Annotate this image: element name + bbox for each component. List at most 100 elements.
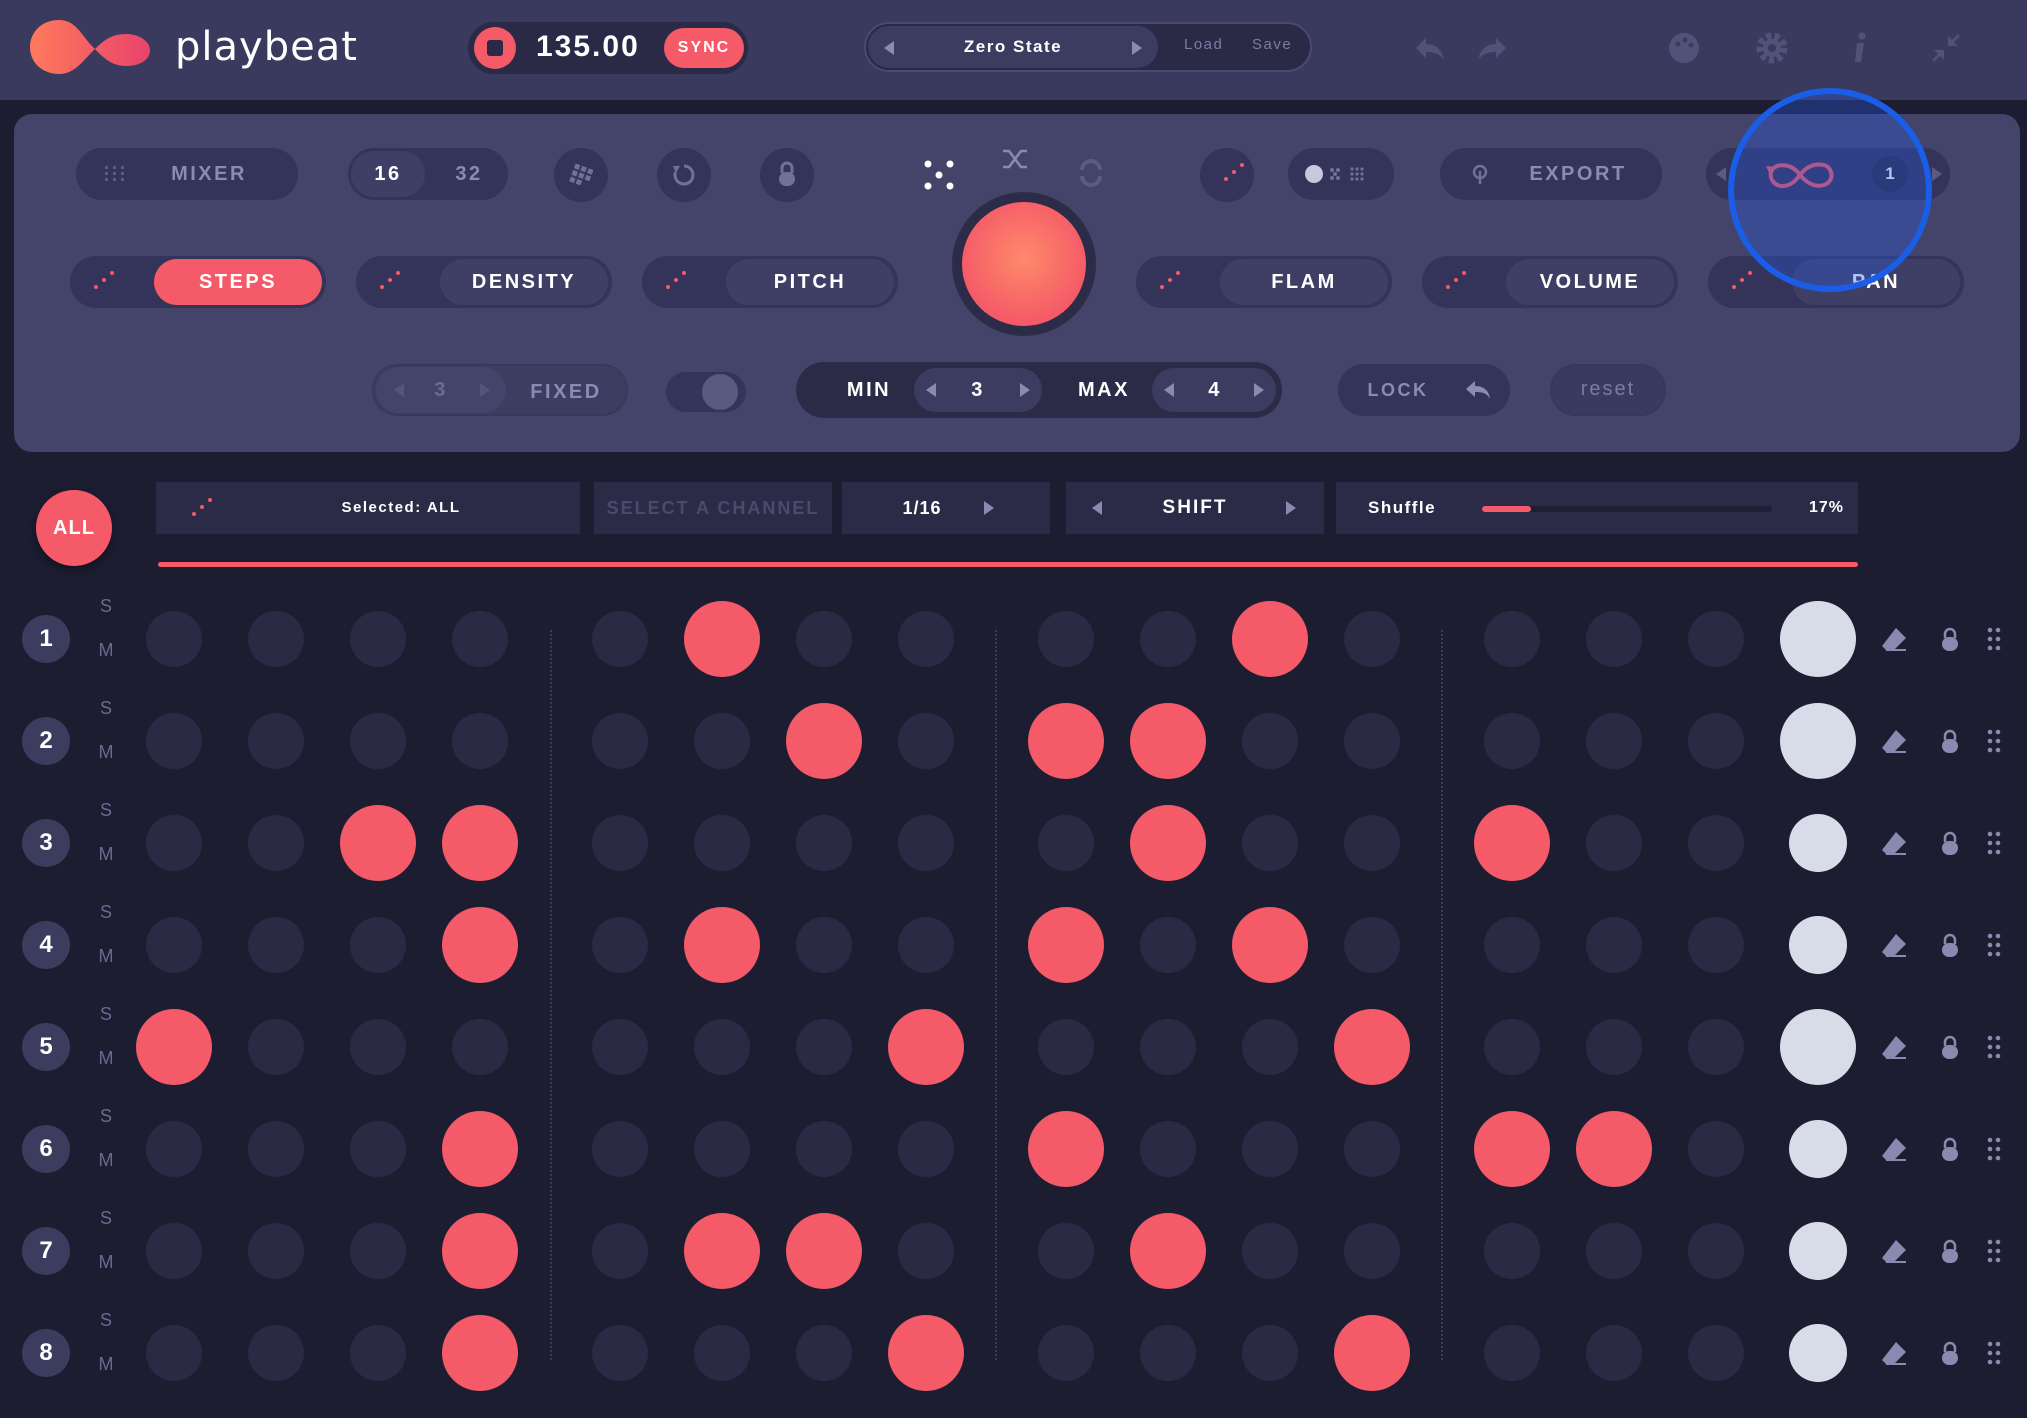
fixed-toggle[interactable] — [666, 372, 746, 412]
step-inactive[interactable] — [592, 815, 648, 871]
step-inactive[interactable] — [898, 1223, 954, 1279]
resolution-next-icon[interactable] — [984, 501, 994, 515]
step-inactive[interactable] — [1140, 1325, 1196, 1381]
channel-velocity-knob[interactable] — [1789, 1222, 1847, 1280]
step-inactive[interactable] — [1344, 713, 1400, 769]
info-icon[interactable] — [1840, 28, 1880, 68]
param-density[interactable]: DENSITY — [356, 256, 612, 308]
swap-icon[interactable] — [1076, 158, 1106, 188]
step-inactive[interactable] — [1038, 1223, 1094, 1279]
step-inactive[interactable] — [350, 1325, 406, 1381]
step-active[interactable] — [340, 805, 416, 881]
undo-icon[interactable] — [1410, 28, 1450, 68]
step-inactive[interactable] — [146, 815, 202, 871]
step-inactive[interactable] — [248, 917, 304, 973]
channel-lock-icon[interactable] — [1940, 1238, 1960, 1264]
step-active[interactable] — [1028, 907, 1104, 983]
step-inactive[interactable] — [146, 1223, 202, 1279]
step-inactive[interactable] — [1586, 1223, 1642, 1279]
step-inactive[interactable] — [898, 917, 954, 973]
step-active[interactable] — [1130, 805, 1206, 881]
step-inactive[interactable] — [796, 1121, 852, 1177]
step-inactive[interactable] — [248, 1121, 304, 1177]
solo-button[interactable]: S — [96, 698, 116, 719]
grid-icon[interactable] — [554, 148, 608, 202]
step-inactive[interactable] — [796, 611, 852, 667]
step-inactive[interactable] — [1688, 1121, 1744, 1177]
step-inactive[interactable] — [1688, 1223, 1744, 1279]
min-stepper[interactable]: 3 — [914, 368, 1042, 412]
step-inactive[interactable] — [694, 815, 750, 871]
mute-button[interactable]: M — [96, 946, 116, 967]
step-inactive[interactable] — [1688, 713, 1744, 769]
step-inactive[interactable] — [1242, 713, 1298, 769]
step-inactive[interactable] — [248, 611, 304, 667]
step-active[interactable] — [684, 601, 760, 677]
step-inactive[interactable] — [1344, 1223, 1400, 1279]
mute-button[interactable]: M — [96, 1048, 116, 1069]
eraser-icon[interactable] — [1880, 1338, 1910, 1368]
drag-handle-icon[interactable] — [1986, 626, 2002, 652]
eraser-icon[interactable] — [1880, 1134, 1910, 1164]
step-active[interactable] — [442, 1213, 518, 1289]
step-inactive[interactable] — [1484, 713, 1540, 769]
step-inactive[interactable] — [1344, 1121, 1400, 1177]
channel-lock-icon[interactable] — [1940, 626, 1960, 652]
step-active[interactable] — [1130, 703, 1206, 779]
fixed-value-stepper[interactable]: 3 — [376, 367, 506, 413]
solo-button[interactable]: S — [96, 596, 116, 617]
step-active[interactable] — [442, 1111, 518, 1187]
step-inactive[interactable] — [146, 611, 202, 667]
step-inactive[interactable] — [796, 917, 852, 973]
step-inactive[interactable] — [1586, 1325, 1642, 1381]
channel-lock-icon[interactable] — [1940, 1340, 1960, 1366]
step-inactive[interactable] — [1038, 1019, 1094, 1075]
export-button[interactable]: EXPORT — [1440, 148, 1662, 200]
step-inactive[interactable] — [1344, 611, 1400, 667]
lock-range-button[interactable]: LOCK — [1338, 364, 1510, 416]
channel-number[interactable]: 1 — [22, 615, 70, 663]
step-inactive[interactable] — [1344, 815, 1400, 871]
drag-handle-icon[interactable] — [1986, 1340, 2002, 1366]
step-inactive[interactable] — [248, 1223, 304, 1279]
step-inactive[interactable] — [1038, 611, 1094, 667]
shuffle-slider[interactable] — [1482, 506, 1772, 512]
eraser-icon[interactable] — [1880, 1032, 1910, 1062]
steps-32-button[interactable]: 32 — [434, 148, 504, 200]
reset-icon[interactable] — [657, 148, 711, 202]
reset-button[interactable]: reset — [1550, 364, 1666, 416]
step-active[interactable] — [136, 1009, 212, 1085]
step-inactive[interactable] — [1586, 611, 1642, 667]
step-inactive[interactable] — [146, 713, 202, 769]
resolution-selector[interactable]: 1/16 — [842, 482, 1050, 534]
step-active[interactable] — [1130, 1213, 1206, 1289]
drag-handle-icon[interactable] — [1986, 1238, 2002, 1264]
step-active[interactable] — [1028, 703, 1104, 779]
step-inactive[interactable] — [350, 1223, 406, 1279]
step-inactive[interactable] — [694, 1121, 750, 1177]
channel-velocity-knob[interactable] — [1789, 1324, 1847, 1382]
step-inactive[interactable] — [1688, 815, 1744, 871]
step-inactive[interactable] — [1586, 815, 1642, 871]
drag-handle-icon[interactable] — [1986, 728, 2002, 754]
channel-velocity-knob[interactable] — [1780, 1009, 1856, 1085]
channel-lock-icon[interactable] — [1940, 830, 1960, 856]
channel-velocity-knob[interactable] — [1789, 916, 1847, 974]
step-inactive[interactable] — [898, 611, 954, 667]
mute-button[interactable]: M — [96, 844, 116, 865]
solo-button[interactable]: S — [96, 1106, 116, 1127]
param-pitch[interactable]: PITCH — [642, 256, 898, 308]
step-active[interactable] — [1334, 1315, 1410, 1391]
shift-left-icon[interactable] — [1092, 501, 1102, 515]
step-inactive[interactable] — [898, 815, 954, 871]
min-inc-icon[interactable] — [1020, 383, 1030, 397]
eraser-icon[interactable] — [1880, 1236, 1910, 1266]
preset-next-icon[interactable] — [1132, 41, 1142, 55]
solo-button[interactable]: S — [96, 1310, 116, 1331]
step-inactive[interactable] — [898, 713, 954, 769]
loop-next-icon[interactable] — [1932, 167, 1942, 181]
solo-button[interactable]: S — [96, 1208, 116, 1229]
step-inactive[interactable] — [1242, 1325, 1298, 1381]
step-inactive[interactable] — [350, 1121, 406, 1177]
gear-icon[interactable] — [1752, 28, 1792, 68]
